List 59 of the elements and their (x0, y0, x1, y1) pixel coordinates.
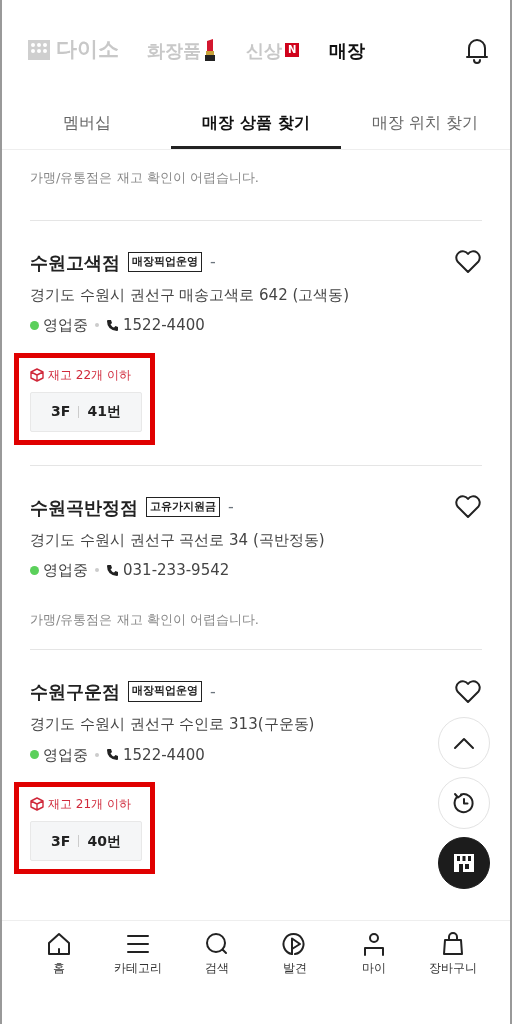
history-button[interactable] (438, 777, 490, 829)
store-tag: 고유가지원금 (146, 496, 220, 518)
nav-item[interactable]: 장바구니 (413, 931, 493, 981)
business-status: 영업중 (43, 315, 88, 336)
box-icon (30, 797, 44, 811)
floor-label: 3F (51, 402, 71, 421)
store-icon (452, 851, 476, 875)
search-icon (203, 931, 230, 957)
new-badge: N (285, 43, 300, 57)
store-name[interactable]: 수원고색점 (30, 248, 120, 276)
notification-bell-icon[interactable] (464, 36, 490, 64)
bullet-dot (95, 323, 99, 328)
tab[interactable]: 멤버십 (2, 100, 172, 149)
nav-item[interactable]: 홈 (20, 931, 99, 981)
store-name[interactable]: 수원구운점 (30, 678, 120, 705)
scroll-up-button[interactable] (438, 717, 490, 769)
separator-dash: - (210, 251, 216, 273)
phone-number[interactable]: 1522-4400 (123, 314, 205, 337)
nav-item[interactable]: 검색 (177, 931, 256, 981)
bullet-dot (95, 752, 99, 757)
phone-number[interactable]: 031-233-9542 (123, 559, 230, 582)
tab[interactable]: 매장 위치 찾기 (340, 100, 510, 149)
favorite-heart-icon[interactable] (454, 679, 482, 704)
nav-item[interactable]: 마이 (334, 931, 414, 981)
nav-item[interactable]: 발견 (256, 931, 335, 981)
favorite-heart-icon[interactable] (454, 495, 482, 519)
separator-dash: - (210, 680, 216, 703)
user-icon (361, 931, 387, 957)
favorite-heart-icon[interactable] (454, 250, 482, 274)
chevron-up-icon (453, 736, 475, 750)
business-status: 영업중 (43, 744, 88, 766)
stock-count: 재고 22개 이하 (48, 366, 131, 384)
phone-icon (106, 563, 119, 577)
tab[interactable]: 매장 상품 찾기 (171, 100, 341, 149)
store-name[interactable]: 수원곡반정점 (30, 493, 138, 521)
box-icon (30, 367, 44, 382)
history-icon (452, 791, 476, 815)
store-address: 경기도 수원시 권선구 곡선로 34 (곡반정동) (30, 529, 326, 551)
store-address: 경기도 수원시 권선구 매송고색로 642 (고색동) (30, 284, 351, 306)
home-icon (46, 931, 73, 957)
header-menu-item[interactable]: 매장 (329, 36, 366, 64)
bullet-dot (95, 568, 99, 573)
spot-number: 41번 (87, 402, 121, 421)
spot-number: 40번 (87, 831, 121, 851)
store-address: 경기도 수원시 권선구 수인로 313(구운동) (30, 714, 316, 735)
phone-icon (106, 748, 119, 762)
lipstick-icon (204, 39, 216, 61)
phone-icon (106, 318, 119, 332)
store-tag: 매장픽업운영 (128, 251, 202, 273)
floor-label: 3F (51, 831, 71, 851)
stock-notice: 가맹/유통점은 재고 확인이 어렵습니다. (30, 610, 260, 629)
business-status: 영업중 (43, 560, 88, 581)
store-tag: 매장픽업운영 (128, 681, 202, 702)
nav-item[interactable]: 카테고리 (98, 931, 178, 981)
stock-count: 재고 21개 이하 (48, 796, 131, 813)
store-button[interactable] (438, 837, 490, 889)
separator-dash: - (228, 496, 234, 518)
phone-number[interactable]: 1522-4400 (123, 743, 205, 766)
stock-notice: 가맹/유통점은 재고 확인이 어렵습니다. (30, 169, 260, 187)
